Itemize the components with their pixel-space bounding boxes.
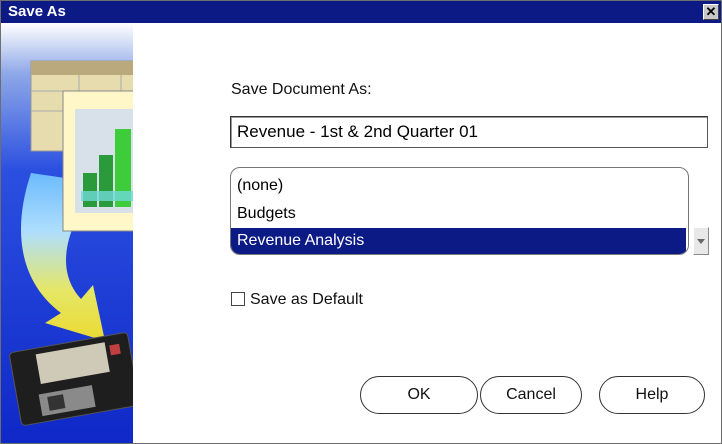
save-as-default-checkbox[interactable] xyxy=(231,292,245,306)
document-name-input[interactable]: Revenue - 1st & 2nd Quarter 01 xyxy=(230,116,708,148)
title-bar[interactable]: Save As ✕ xyxy=(1,1,721,23)
ok-button[interactable]: OK xyxy=(360,376,478,414)
save-document-label: Save Document As: xyxy=(231,81,372,98)
close-icon[interactable]: ✕ xyxy=(703,4,719,20)
cancel-button[interactable]: Cancel xyxy=(480,376,582,414)
save-as-default-label: Save as Default xyxy=(250,291,363,308)
save-illustration-graphic xyxy=(1,23,133,443)
window-title: Save As xyxy=(8,3,66,20)
help-button[interactable]: Help xyxy=(599,376,705,414)
list-item[interactable]: Budgets xyxy=(231,201,686,227)
list-item[interactable]: (none) xyxy=(231,173,686,199)
save-as-dialog: Save As ✕ Save Document As: Revenue - 1s… xyxy=(0,0,722,444)
save-illustration xyxy=(1,23,133,443)
list-item-selected[interactable]: Revenue Analysis xyxy=(231,228,686,254)
dropdown-arrow-icon[interactable] xyxy=(693,227,709,255)
folder-listbox[interactable]: (none) Budgets Revenue Analysis xyxy=(230,167,689,255)
